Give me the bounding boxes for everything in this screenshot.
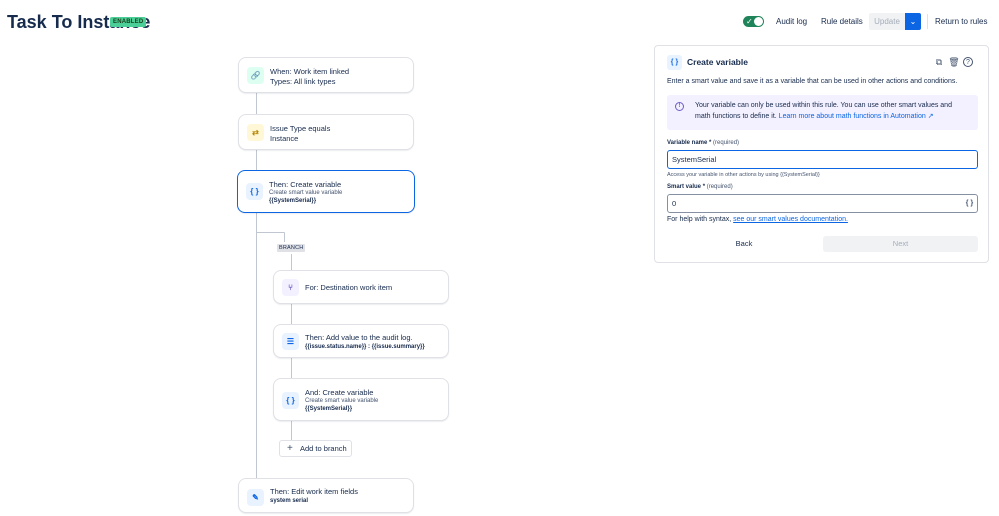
- card-variable: {{SystemSerial}}: [305, 406, 353, 412]
- card-title: Then: Edit work item fields: [270, 487, 358, 496]
- rule-details-button[interactable]: Rule details: [821, 13, 863, 30]
- audit-log-button[interactable]: Audit log: [776, 13, 807, 30]
- header-divider: [927, 14, 928, 29]
- log-icon: ☰: [282, 333, 299, 350]
- label-text: Smart value: [667, 184, 702, 190]
- update-button[interactable]: Update: [869, 13, 905, 30]
- update-menu-button[interactable]: ⌄: [905, 13, 921, 30]
- swap-icon: ⇄: [247, 124, 264, 141]
- create-variable-card[interactable]: { } Then: Create variable Create smart v…: [237, 170, 415, 213]
- info-text-2: math functions to define it. Learn more …: [695, 112, 934, 120]
- return-to-rules-button[interactable]: Return to rules: [935, 13, 987, 30]
- label-text: Variable name: [667, 140, 708, 146]
- card-value: {{issue.status.name}} : {{issue.summary}…: [305, 344, 425, 350]
- flow-connector: [256, 93, 257, 114]
- trash-icon[interactable]: 🗑: [948, 56, 960, 68]
- insert-smart-value-icon[interactable]: { }: [963, 197, 976, 210]
- branch-connector: [291, 254, 292, 271]
- status-badge: ENABLED: [110, 17, 147, 27]
- card-title: Issue Type equals: [270, 124, 331, 133]
- syntax-help-text: For help with syntax,: [667, 216, 734, 223]
- info-icon: !: [675, 102, 684, 111]
- condition-card[interactable]: ⇄ Issue Type equals Instance: [238, 114, 414, 150]
- syntax-help: For help with syntax, see our smart valu…: [667, 216, 848, 223]
- panel-description: Enter a smart value and save it as a var…: [667, 78, 958, 85]
- rule-enabled-toggle[interactable]: ✓: [743, 16, 764, 27]
- add-to-branch-label: Add to branch: [300, 444, 347, 453]
- variable-name-help: Access your variable in other actions by…: [667, 172, 820, 178]
- edit-icon: ✎: [247, 489, 264, 506]
- variable-name-label: Variable name * (required): [667, 140, 739, 146]
- branch-tag: BRANCH: [277, 244, 306, 252]
- trigger-card[interactable]: 🔗 When: Work item linked Types: All link…: [238, 57, 414, 93]
- duplicate-icon[interactable]: ⧉: [933, 56, 945, 68]
- card-variable: {{SystemSerial}}: [269, 198, 317, 204]
- card-title: And: Create variable: [305, 388, 374, 397]
- card-value: system serial: [270, 498, 309, 504]
- card-title: Then: Create variable: [269, 180, 342, 189]
- required-text: (required): [705, 184, 733, 190]
- card-description: Create smart value variable: [305, 398, 379, 404]
- smart-value-label: Smart value * (required): [667, 184, 733, 190]
- branch-connector: [291, 421, 292, 440]
- panel-title: Create variable: [687, 57, 748, 67]
- branch-create-variable-card[interactable]: { } And: Create variable Create smart va…: [273, 378, 449, 421]
- branch-connector: [291, 303, 292, 325]
- next-button[interactable]: Next: [823, 236, 978, 252]
- check-icon: ✓: [746, 17, 753, 26]
- card-subtitle: Types: All link types: [270, 77, 336, 86]
- braces-icon: { }: [246, 183, 263, 200]
- branch-icon: ⑂: [282, 279, 299, 296]
- flow-connector: [256, 150, 257, 171]
- branch-for-card[interactable]: ⑂ For: Destination work item: [273, 270, 449, 304]
- math-functions-link[interactable]: Learn more about math functions in Autom…: [779, 113, 934, 120]
- create-variable-panel: { } Create variable ⧉ 🗑 ? Enter a smart …: [654, 45, 989, 263]
- card-title: When: Work item linked: [270, 67, 350, 76]
- flow-connector: [256, 213, 257, 478]
- branch-connector: [284, 232, 285, 242]
- card-description: Create smart value variable: [269, 190, 343, 196]
- audit-log-action-card[interactable]: ☰ Then: Add value to the audit log. {{is…: [273, 324, 449, 358]
- branch-connector: [291, 358, 292, 379]
- smart-value-input[interactable]: 0: [667, 194, 978, 213]
- info-text: Your variable can only be used within th…: [695, 102, 952, 109]
- card-subtitle: Instance: [270, 134, 299, 143]
- add-to-branch-button[interactable]: + Add to branch: [279, 440, 352, 457]
- info-text-prefix: math functions to define it.: [695, 113, 779, 120]
- plus-icon: +: [287, 443, 293, 454]
- smart-values-doc-link[interactable]: see our smart values documentation.: [733, 216, 848, 223]
- braces-icon: { }: [667, 55, 682, 70]
- back-button[interactable]: Back: [667, 236, 821, 252]
- edit-fields-card[interactable]: ✎ Then: Edit work item fields system ser…: [238, 478, 414, 513]
- branch-connector: [256, 232, 284, 233]
- required-text: (required): [711, 140, 740, 146]
- link-icon: 🔗: [247, 67, 264, 84]
- variable-name-input[interactable]: SystemSerial: [667, 150, 978, 169]
- help-icon[interactable]: ?: [963, 57, 973, 67]
- card-title: Then: Add value to the audit log.: [305, 333, 413, 342]
- toggle-knob: [754, 17, 763, 26]
- braces-icon: { }: [282, 392, 299, 409]
- info-message: ! Your variable can only be used within …: [667, 95, 978, 130]
- card-title: For: Destination work item: [305, 283, 393, 292]
- chevron-down-icon: ⌄: [909, 17, 917, 26]
